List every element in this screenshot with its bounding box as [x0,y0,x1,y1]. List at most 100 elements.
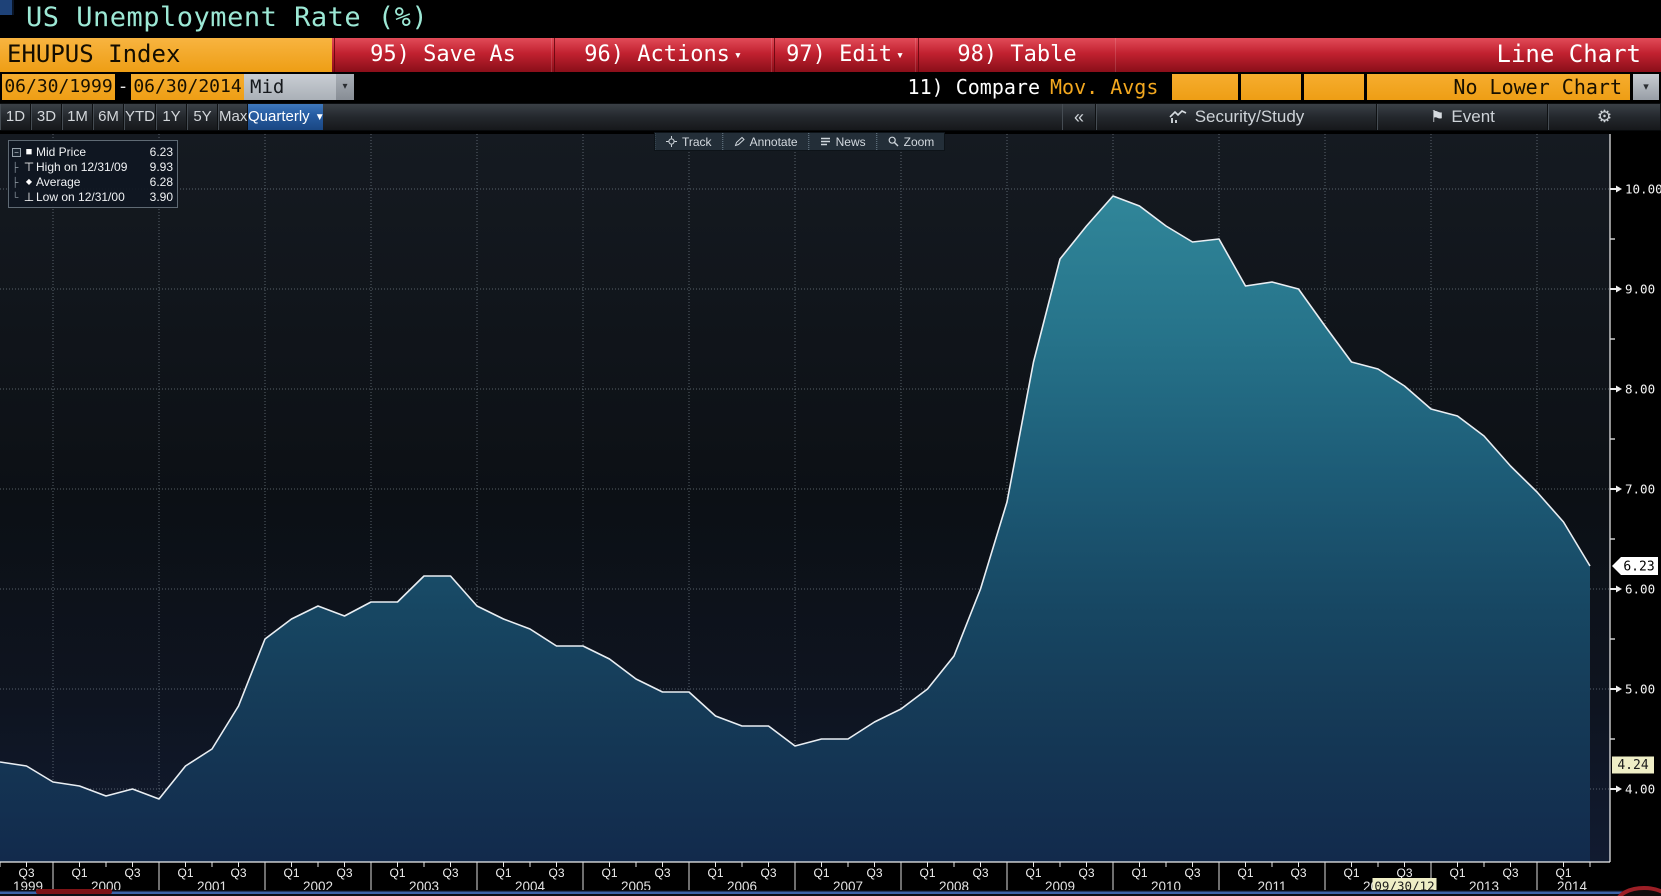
chevron-down-icon[interactable]: ▾ [336,74,354,100]
last-value-badge: 6.23 [1612,557,1658,575]
svg-text:Q3: Q3 [548,866,564,880]
tab-1m[interactable]: 1M [62,104,93,130]
high-marker-icon: ⊤ [23,159,35,174]
frequency-select[interactable]: Quarterly ▼ [248,104,325,130]
svg-text:Q1: Q1 [1131,866,1147,880]
zoom-button[interactable]: Zoom [876,133,945,150]
tab-max[interactable]: Max [218,104,248,130]
svg-text:6.23: 6.23 [1623,560,1654,575]
function-button--actions[interactable]: 96) Actions ▾ [554,38,772,72]
chart-type-label: Line Chart [1496,40,1642,68]
price-field-select[interactable]: Mid Line [244,74,336,124]
function-button--table[interactable]: 98) Table [918,38,1116,72]
tab-5y[interactable]: 5Y [187,104,218,130]
svg-text:6.00: 6.00 [1625,582,1655,597]
svg-text:Q3: Q3 [1290,866,1306,880]
crosshair-value-badge: 4.24 [1612,756,1654,774]
svg-text:4.00: 4.00 [1625,782,1655,797]
news-lines-icon [820,137,830,146]
settings-bar: 06/30/1999 - 06/30/2014 Mid Line ▾ 11) C… [0,72,1661,124]
security-study-button[interactable]: Security/Study [1096,104,1377,130]
chart-mini-toolbar: Track Annotate News Zoom [654,132,946,151]
legend-row[interactable]: ├ ◆ Average 6.28 [12,174,173,189]
tab-3d[interactable]: 3D [31,104,62,130]
lower-chart-select[interactable]: No Lower Chart [1367,74,1630,100]
svg-text:Q1: Q1 [919,866,935,880]
tab-ytd[interactable]: YTD [124,104,156,130]
amber-field-blank-3[interactable] [1304,74,1364,100]
legend-value: 6.28 [149,174,173,189]
function-button--save-as[interactable]: 95) Save As [334,38,552,72]
pencil-icon [734,136,745,147]
svg-text:Q3: Q3 [336,866,352,880]
chevron-down-icon: ▾ [733,48,742,63]
svg-text:Q3: Q3 [1078,866,1094,880]
end-date-input[interactable]: 06/30/2014 [131,74,244,100]
track-button[interactable]: Track [655,133,723,150]
svg-text:Q1: Q1 [1555,866,1571,880]
tab-1d[interactable]: 1D [0,104,31,130]
legend-label: Low on 12/31/00 [36,189,125,204]
annotate-button[interactable]: Annotate [722,133,809,150]
svg-text:Q3: Q3 [230,866,246,880]
date-range-separator: - [117,76,129,97]
chart-area: 10.00 9.00 8.00 7.00 6.00 5.00 4.00 Q3 1999 Q1 Q3 2… [0,131,1661,896]
svg-text:Q1: Q1 [813,866,829,880]
amber-field-blank-2[interactable] [1241,74,1301,100]
svg-text:Q1: Q1 [707,866,723,880]
period-tab-bar: 1D 3D 1M 6M YTD 1Y 5Y Max Quarterly ▼ « Security… [0,103,1661,131]
svg-text:Q1: Q1 [1343,866,1359,880]
svg-text:Q3: Q3 [972,866,988,880]
svg-text:4.24: 4.24 [1617,758,1648,773]
svg-text:Q3: Q3 [760,866,776,880]
legend-value: 6.23 [149,144,173,159]
chevron-down-icon[interactable]: ▾ [1633,74,1659,100]
chart-study-icon [1169,110,1187,123]
amber-field-blank-1[interactable] [1172,74,1238,100]
app-icon [0,0,14,15]
legend-label: High on 12/31/09 [36,159,128,174]
svg-text:Q1: Q1 [177,866,193,880]
title-bar: US Unemployment Rate (%) [0,0,1661,38]
svg-text:Q3: Q3 [1502,866,1518,880]
flag-icon: ⚑ [1430,109,1445,126]
event-button[interactable]: ⚑ Event [1377,104,1548,130]
legend-tree-line: └ [12,191,19,202]
security-ticker-field[interactable]: EHUPUS Index [0,38,332,72]
svg-text:5.00: 5.00 [1625,682,1655,697]
price-chart[interactable]: 10.009.008.007.006.005.004.00Q31999Q1 Q32… [0,131,1661,896]
mov-avgs-button[interactable]: Mov. Avgs [1050,74,1158,100]
low-marker-icon: ⊥ [23,189,35,204]
legend-collapse-toggle[interactable]: − [12,147,21,157]
legend-row[interactable]: └ ⊥ Low on 12/31/00 3.90 [12,189,173,204]
start-date-input[interactable]: 06/30/1999 [2,74,115,100]
svg-text:Q3: Q3 [654,866,670,880]
svg-text:Q1: Q1 [283,866,299,880]
x-axis: Q31999Q1 Q32000Q1 Q32001Q1 Q32002Q1 Q32003Q1… [0,862,1591,894]
svg-text:Q1: Q1 [71,866,87,880]
legend-tree-line: ├ [12,176,19,187]
crosshair-icon [666,136,677,147]
compare-button[interactable]: 11) Compare [896,74,1040,100]
news-button[interactable]: News [808,133,877,150]
svg-text:Q3: Q3 [124,866,140,880]
legend-row[interactable]: ├ ⊤ High on 12/31/09 9.93 [12,159,173,174]
svg-text:10.00: 10.00 [1625,182,1661,197]
legend-label: Mid Price [36,144,87,159]
tab-1y[interactable]: 1Y [156,104,187,130]
svg-text:Q1: Q1 [1237,866,1253,880]
gear-icon: ⚙ [1596,107,1613,126]
svg-text:Q3: Q3 [1184,866,1200,880]
function-button--edit[interactable]: 97) Edit ▾ [774,38,916,72]
chevron-down-icon: ▼ [314,112,325,123]
svg-text:8.00: 8.00 [1625,382,1655,397]
chevron-down-icon: ▾ [896,48,904,63]
settings-button[interactable]: ⚙ [1548,104,1661,130]
average-marker-icon: ◆ [25,177,33,186]
legend-row[interactable]: − ■ Mid Price 6.23 [12,144,173,159]
svg-text:Q1: Q1 [601,866,617,880]
collapse-button[interactable]: « [1062,104,1096,130]
tab-6m[interactable]: 6M [93,104,124,130]
chart-legend[interactable]: − ■ Mid Price 6.23 ├ ⊤ High on 12/31/09 9.93 ├ ◆ A… [8,140,178,208]
legend-tree-line: ├ [12,161,19,172]
